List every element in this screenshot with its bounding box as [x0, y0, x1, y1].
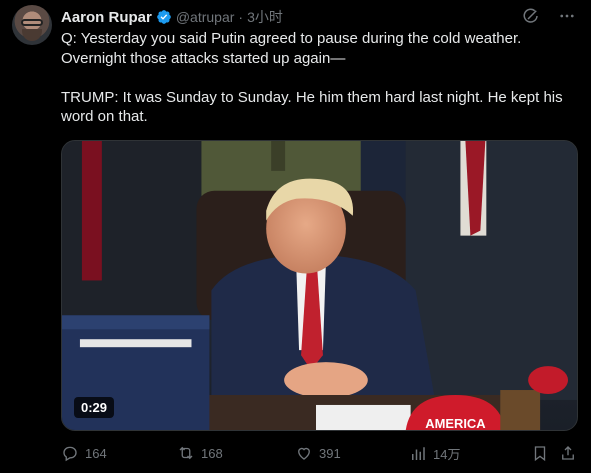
share-button[interactable]	[559, 444, 577, 462]
tweet-text-line: Q: Yesterday you said Putin agreed to pa…	[61, 30, 522, 47]
grok-icon[interactable]	[521, 6, 541, 26]
avatar-beard	[22, 29, 42, 41]
reply-button[interactable]: 164	[61, 444, 107, 462]
avatar-glasses	[21, 19, 43, 26]
cap-text: AMERICA	[425, 416, 485, 431]
timestamp[interactable]: 3小时	[247, 7, 283, 27]
views-icon	[412, 446, 425, 460]
views-count: 14万	[433, 447, 461, 462]
repost-count: 168	[201, 445, 223, 461]
tweet-header: Aaron Rupar @atrupar · 3小时	[61, 7, 283, 27]
tweet[interactable]: Aaron Rupar @atrupar · 3小时 Q: Yesterday …	[0, 0, 591, 473]
bookmark-button[interactable]	[531, 444, 549, 462]
like-count: 391	[319, 445, 341, 461]
avatar[interactable]	[12, 5, 52, 45]
verified-badge-icon	[157, 10, 171, 24]
tweet-text: Q: Yesterday you said Putin agreed to pa…	[61, 29, 576, 127]
heart-icon	[298, 447, 310, 460]
display-name[interactable]: Aaron Rupar	[61, 9, 152, 26]
like-button[interactable]: 391	[295, 444, 341, 462]
repost-icon	[179, 446, 193, 460]
action-bar: 164 168 391 14万	[61, 444, 578, 464]
more-icon[interactable]	[557, 6, 577, 26]
tweet-text-line: Overnight those attacks started up again…	[61, 49, 346, 67]
video-player[interactable]: AMERICA 0:29	[61, 140, 578, 431]
share-icon	[562, 446, 574, 460]
video-duration: 0:29	[74, 397, 115, 418]
views-button[interactable]: 14万	[409, 444, 460, 463]
video-frame: AMERICA	[62, 141, 577, 431]
reply-icon	[63, 446, 77, 462]
handle[interactable]: @atrupar	[176, 9, 235, 25]
tweet-text-line: TRUMP: It was Sunday to Sunday. He him t…	[61, 88, 563, 106]
separator-dot: ·	[238, 9, 244, 25]
tweet-text-line: word on that.	[61, 108, 148, 125]
reply-count: 164	[85, 445, 107, 461]
top-actions	[521, 6, 577, 26]
repost-button[interactable]: 168	[177, 444, 223, 462]
bookmark-icon	[534, 446, 546, 462]
